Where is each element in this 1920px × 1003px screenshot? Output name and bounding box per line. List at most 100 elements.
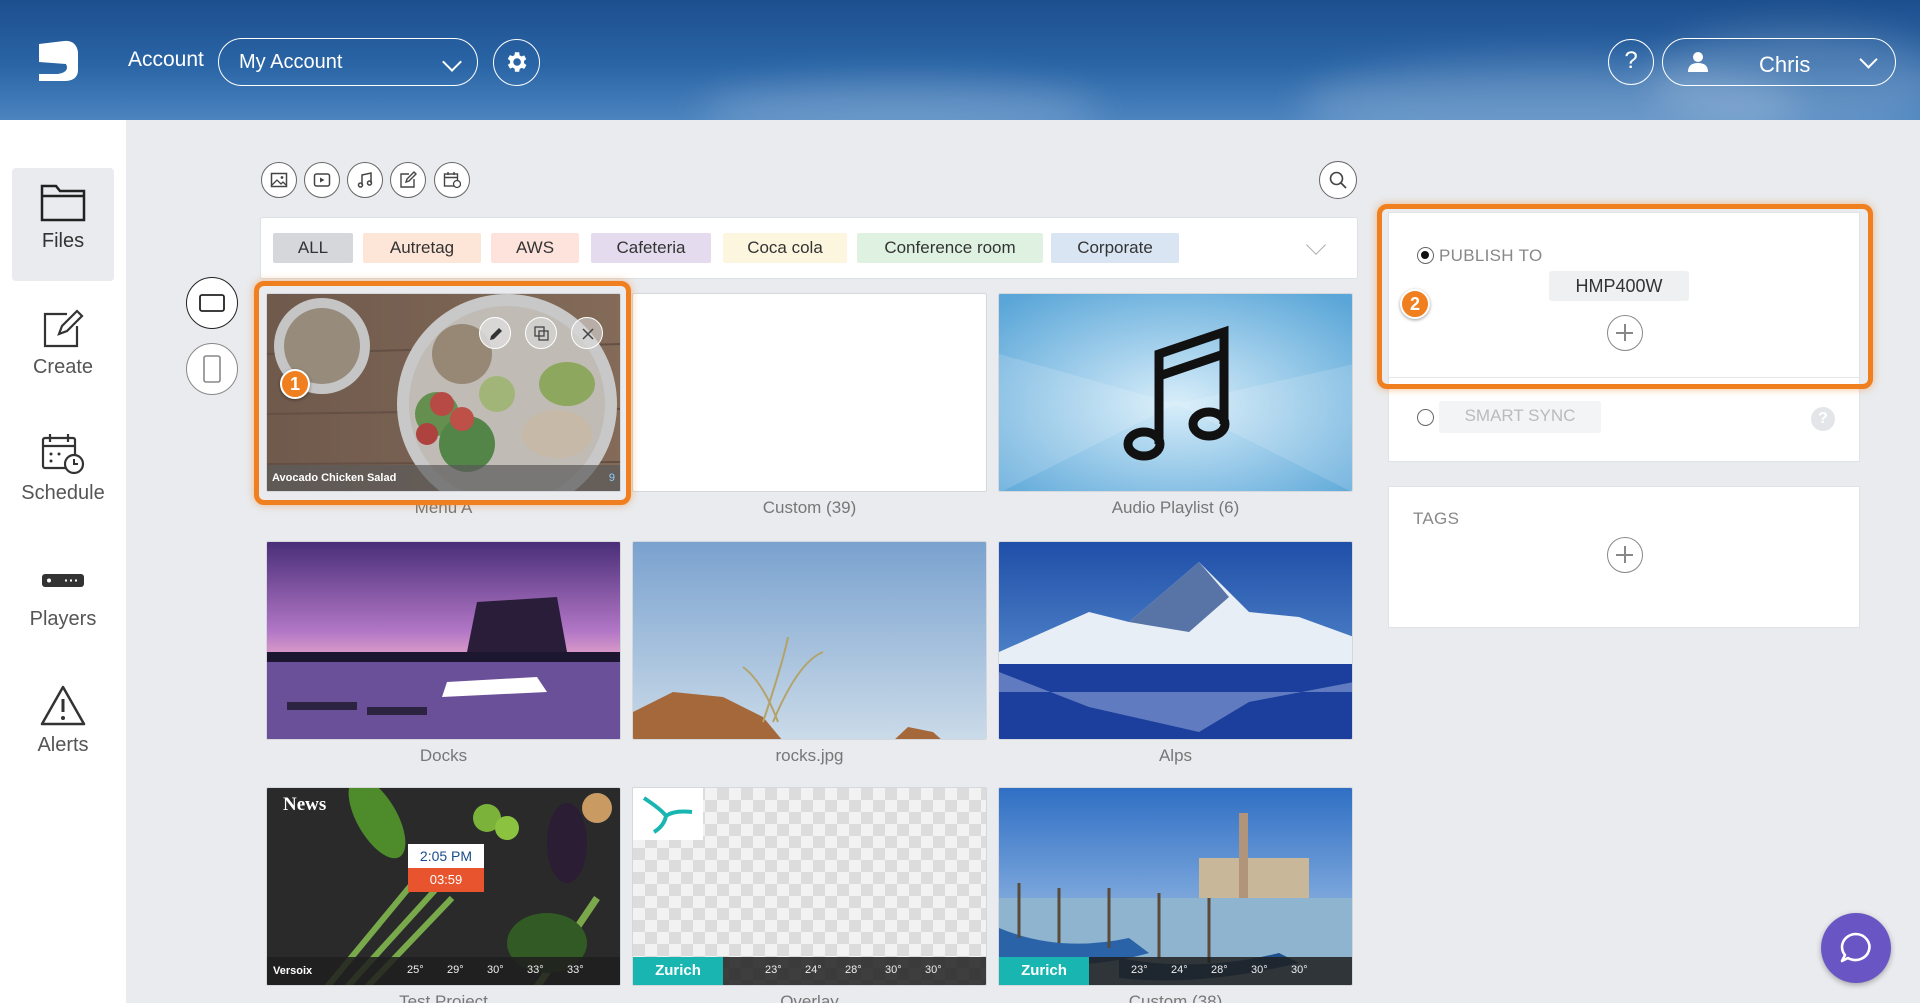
step-badge-1: 1 (280, 369, 310, 399)
docks-thumbnail (267, 542, 620, 739)
account-select-value: My Account (239, 51, 343, 73)
tag-cafeteria[interactable]: Cafeteria (591, 233, 711, 263)
audio-thumbnail (999, 294, 1352, 491)
account-settings-button[interactable] (493, 39, 540, 86)
sidebar-item-alerts[interactable]: Alerts (12, 672, 114, 785)
portrait-toggle[interactable] (186, 343, 238, 395)
tile-caption: Test Project (399, 992, 488, 1003)
tag-aws[interactable]: AWS (491, 233, 579, 263)
tags-panel: TAGS (1388, 486, 1860, 628)
chevron-down-icon[interactable] (1306, 235, 1326, 255)
account-select[interactable]: My Account (218, 38, 478, 86)
schedule-icon (443, 172, 461, 189)
landscape-icon (199, 294, 225, 312)
brand-logo (633, 788, 703, 840)
city-label: Versoix (273, 965, 313, 977)
player-device-icon (42, 574, 84, 587)
user-icon (1688, 52, 1708, 72)
sidebar-item-create[interactable]: Create (12, 294, 114, 407)
user-menu-button[interactable]: Chris (1662, 38, 1896, 86)
filter-created-button[interactable] (390, 162, 426, 198)
filter-scheduled-button[interactable] (434, 162, 470, 198)
news-label: News (283, 794, 327, 815)
sidebar-item-schedule[interactable]: Schedule (12, 420, 114, 533)
file-tile-audio-playlist[interactable] (998, 293, 1353, 492)
video-icon (313, 173, 331, 187)
sidebar-item-label: Players (29, 608, 97, 630)
tile-caption: Audio Playlist (6) (1111, 498, 1240, 517)
help-button[interactable]: ? (1608, 39, 1654, 85)
file-tile-custom-39[interactable] (632, 293, 987, 492)
search-icon (1329, 171, 1347, 189)
tile-caption: Docks (419, 746, 468, 765)
file-tile-rocks[interactable] (632, 541, 987, 740)
edit-icon (400, 171, 417, 188)
search-button[interactable] (1319, 161, 1357, 199)
chat-bubble-icon (1840, 932, 1871, 963)
tile-caption: Custom (38) (1128, 992, 1223, 1003)
sidebar-item-players[interactable]: Players (12, 546, 114, 659)
filter-images-button[interactable] (261, 162, 297, 198)
weather-temp: 30° (1251, 964, 1268, 976)
countdown-display: 03:59 (408, 868, 484, 892)
tag-corporate[interactable]: Corporate (1051, 233, 1179, 263)
tag-conference-room[interactable]: Conference room (857, 233, 1043, 263)
filter-audio-button[interactable] (347, 162, 383, 198)
weather-temp: 24° (1171, 964, 1188, 976)
help-icon[interactable]: ? (1811, 407, 1835, 431)
file-tile-custom-38[interactable]: Zurich 23° 24° 28° 30° 30° (998, 787, 1353, 986)
portrait-icon (203, 355, 221, 383)
sidebar: Files Create Schedule Players Alerts (0, 120, 126, 1003)
clock-widget: 2:05 PM 03:59 (408, 844, 484, 892)
city-label: Zurich (999, 957, 1089, 985)
highlight-frame-1 (254, 281, 631, 505)
file-tile-overlay[interactable]: Zurich 23° 24° 28° 30° 30° (632, 787, 987, 986)
account-label: Account (128, 48, 204, 71)
file-tile-test-project[interactable]: News 2:05 PM 03:59 Versoix 25° 29° 30° 3… (266, 787, 621, 986)
tile-caption: Alps (1158, 746, 1193, 765)
tag-coca-cola[interactable]: Coca cola (723, 233, 847, 263)
file-tile-docks[interactable] (266, 541, 621, 740)
rocks-thumbnail (633, 542, 986, 739)
landscape-toggle[interactable] (186, 277, 238, 329)
user-name: Chris (1759, 52, 1811, 77)
weather-temp: 24° (805, 964, 822, 976)
weather-bar: Versoix 25° 29° 30° 33° 33° (267, 957, 620, 985)
tile-caption: Overlay (780, 992, 839, 1003)
weather-temp: 28° (1211, 964, 1228, 976)
smart-sync-label: SMART SYNC (1439, 401, 1601, 433)
filter-videos-button[interactable] (304, 162, 340, 198)
alps-thumbnail (999, 542, 1352, 739)
chat-button[interactable] (1821, 913, 1891, 983)
gear-icon (507, 52, 527, 72)
app-logo-icon[interactable] (36, 38, 82, 84)
weather-temp: 29° (447, 964, 464, 976)
brand-logo-icon (642, 796, 693, 834)
weather-temp: 25° (407, 964, 424, 976)
weather-temp: 33° (567, 964, 584, 976)
file-tile-alps[interactable] (998, 541, 1353, 740)
weather-temp: 30° (925, 964, 942, 976)
add-tag-button[interactable] (1607, 537, 1643, 573)
clock-time: 2:05 PM (408, 844, 484, 868)
music-icon (357, 172, 373, 188)
smart-sync-radio[interactable] (1417, 409, 1434, 426)
tags-label: TAGS (1413, 509, 1460, 528)
sidebar-item-label: Schedule (21, 482, 105, 504)
weather-temp: 33° (527, 964, 544, 976)
folder-icon (40, 184, 86, 222)
tile-caption: rocks.jpg (775, 746, 844, 765)
weather-temp: 30° (487, 964, 504, 976)
chevron-down-icon (442, 52, 462, 72)
weather-temp: 23° (1131, 964, 1148, 976)
tile-caption: Custom (39) (762, 498, 857, 517)
sidebar-item-files[interactable]: Files (12, 168, 114, 281)
weather-temp: 30° (1291, 964, 1308, 976)
chevron-down-icon (1859, 50, 1878, 69)
weather-temp: 23° (765, 964, 782, 976)
weather-bar: Zurich 23° 24° 28° 30° 30° (999, 957, 1352, 985)
sidebar-item-label: Create (32, 356, 94, 378)
tag-filter-bar: ALL Autretag AWS Cafeteria Coca cola Con… (260, 217, 1358, 279)
tag-autretag[interactable]: Autretag (363, 233, 481, 263)
tag-all[interactable]: ALL (273, 233, 353, 263)
